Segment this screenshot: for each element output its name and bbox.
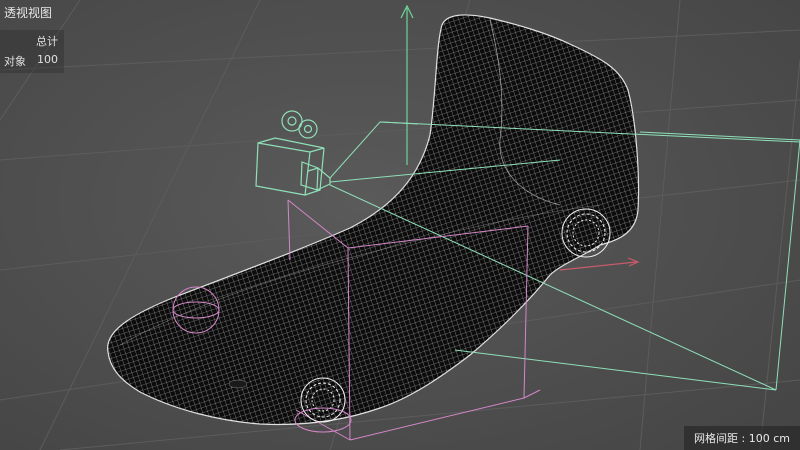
viewport-title[interactable]: 透视视图 [4,4,52,21]
camera-icon[interactable] [255,110,331,196]
y-axis-arrow [400,4,414,165]
scene-canvas[interactable] [0,0,800,450]
stats-header: 总计 [36,35,58,48]
mesh-vertex-marker [228,379,248,389]
perspective-viewport[interactable]: 透视视图 总计 对象 100 网格间距 : 100 cm [0,0,800,450]
stats-row: 对象 100 [0,49,64,73]
stats-row-value: 100 [37,53,58,66]
stats-row-label: 对象 [4,55,26,68]
grid-spacing-readout: 网格间距 : 100 cm [684,426,800,450]
stats-overlay: 总计 对象 100 [0,30,64,73]
